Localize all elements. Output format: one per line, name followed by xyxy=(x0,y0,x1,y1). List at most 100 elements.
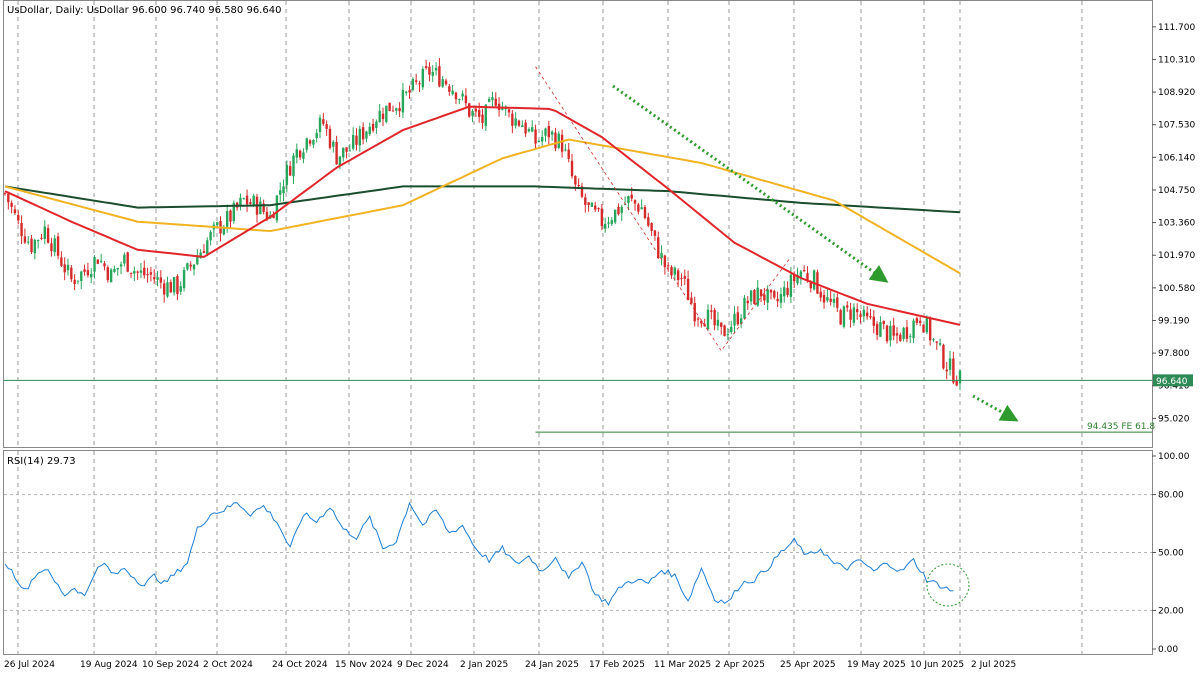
candle-body xyxy=(113,268,116,272)
candle-body xyxy=(249,202,252,204)
candle-body xyxy=(889,325,892,341)
candle-body xyxy=(640,207,643,210)
y-tick-label: 101.970 xyxy=(1158,251,1195,261)
candle-body xyxy=(441,79,444,87)
candle-body xyxy=(216,222,219,226)
y-tick-label: 107.530 xyxy=(1158,121,1195,131)
candle-body xyxy=(564,149,567,151)
candle-body xyxy=(172,277,176,293)
candle-body xyxy=(822,294,826,303)
rsi-highlight-circle xyxy=(926,563,970,607)
candle-body xyxy=(570,160,574,177)
x-tick-label: 10 Jun 2025 xyxy=(910,660,964,670)
candle-body xyxy=(584,197,587,205)
candle-body xyxy=(448,86,451,92)
candle-body xyxy=(531,127,534,132)
candle-body xyxy=(3,193,7,195)
candle-body xyxy=(852,307,856,323)
candle-body xyxy=(388,102,391,111)
candle-body xyxy=(736,312,740,325)
candle-body xyxy=(123,254,126,264)
candle-body xyxy=(471,110,474,116)
candle-body xyxy=(875,324,879,335)
candle-body xyxy=(627,196,630,203)
candle-body xyxy=(783,287,786,297)
candle-body xyxy=(862,309,866,317)
rsi-tick-label: 20.00 xyxy=(1158,606,1184,616)
candle-body xyxy=(169,282,172,293)
candle-body xyxy=(899,334,902,341)
candle-body xyxy=(424,66,428,68)
y-tick-label: 95.020 xyxy=(1158,414,1190,424)
candle-body xyxy=(676,270,680,281)
candle-body xyxy=(7,193,10,203)
candle-body xyxy=(305,138,308,150)
candle-body xyxy=(540,136,544,142)
candle-body xyxy=(149,272,153,275)
candle-body xyxy=(368,126,371,135)
candle-body xyxy=(607,222,610,224)
candle-body xyxy=(322,119,325,124)
candle-body xyxy=(494,98,497,106)
candle-body xyxy=(832,299,836,303)
candle-body xyxy=(60,257,63,266)
candle-body xyxy=(869,316,872,318)
candle-body xyxy=(159,277,163,283)
candle-body xyxy=(43,226,46,239)
candle-body xyxy=(812,270,816,290)
ma_slow-line xyxy=(4,185,961,214)
candle-body xyxy=(829,298,832,302)
x-tick-label: 15 Nov 2024 xyxy=(335,660,393,670)
candle-body xyxy=(414,80,418,82)
x-tick-label: 11 Mar 2025 xyxy=(654,660,711,670)
current-price-label: 96.640 xyxy=(1156,377,1188,387)
candle-body xyxy=(10,202,13,207)
fibo-expansion-lines xyxy=(535,66,792,352)
candle-body xyxy=(846,305,849,308)
candle-body xyxy=(182,269,186,289)
candle-body xyxy=(464,95,468,104)
candle-body xyxy=(842,306,846,327)
candle-body xyxy=(511,113,514,126)
candle-body xyxy=(802,270,806,272)
candle-body xyxy=(955,381,958,386)
x-tick-label: 19 Aug 2024 xyxy=(80,660,138,670)
candle-body xyxy=(746,300,749,304)
candle-body xyxy=(109,269,113,283)
candle-body xyxy=(716,319,720,326)
candle-body xyxy=(83,269,86,272)
candle-body xyxy=(948,358,952,370)
candle-body xyxy=(594,205,597,210)
price-axis: 111.700 110.310 108.920 107.530 106.140 104.7… xyxy=(1152,23,1195,424)
candle-body xyxy=(696,318,700,320)
x-tick-label: 24 Oct 2024 xyxy=(272,660,328,670)
candle-body xyxy=(713,309,716,326)
candle-body xyxy=(603,223,607,229)
x-tick-label: 25 Apr 2025 xyxy=(780,660,836,670)
candle-body xyxy=(153,277,156,280)
candle-body xyxy=(36,240,40,242)
candle-body xyxy=(517,120,521,126)
candle-body xyxy=(176,276,179,295)
candle-body xyxy=(653,230,657,236)
rsi-tick-label: 100.00 xyxy=(1158,452,1190,462)
candle-body xyxy=(229,210,232,222)
candle-body xyxy=(189,264,192,267)
candle-body xyxy=(23,236,27,243)
candle-body xyxy=(391,110,395,112)
candle-body xyxy=(650,223,653,231)
candle-body xyxy=(733,313,736,326)
candle-body xyxy=(156,277,159,280)
candle-body xyxy=(461,93,464,97)
candle-body xyxy=(285,164,289,185)
candle-body xyxy=(129,272,133,274)
candle-body xyxy=(872,316,875,326)
candle-body xyxy=(637,204,640,212)
candle-body xyxy=(816,272,819,294)
y-tick-label: 100.580 xyxy=(1158,284,1195,294)
candle-body xyxy=(355,135,358,145)
candle-body xyxy=(186,263,189,270)
candle-body xyxy=(700,320,703,324)
candle-body xyxy=(86,270,90,276)
candle-body xyxy=(958,370,962,384)
